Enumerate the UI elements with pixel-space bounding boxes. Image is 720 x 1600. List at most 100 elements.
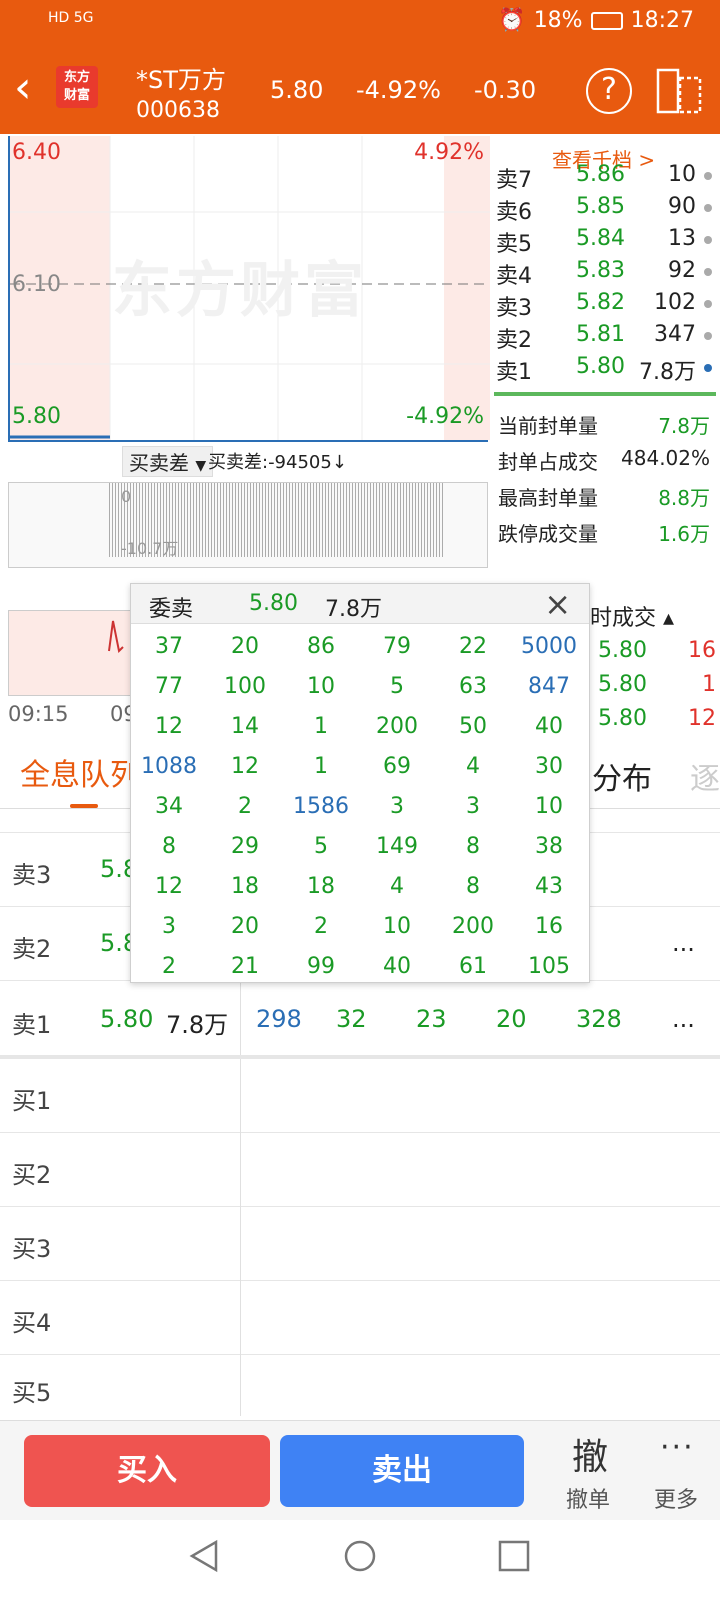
popup-order-size: 2	[314, 913, 328, 939]
queue-order-size[interactable]: 32	[336, 1005, 367, 1033]
popup-grid-row: 12 18 18 4 8 43	[131, 866, 589, 906]
ask-level-volume: 90	[668, 194, 696, 219]
ask-level-row[interactable]: 卖3 5.82 102	[496, 290, 716, 322]
queue-row[interactable]: 买1	[0, 1058, 720, 1132]
popup-order-size: 43	[535, 873, 563, 899]
ask-level-price: 5.85	[576, 194, 625, 219]
pct-axis-high: 4.92%	[414, 140, 484, 165]
cancel-order-label[interactable]: 撤单	[566, 1482, 610, 1514]
system-nav-bar	[0, 1520, 720, 1600]
tab-full-queue[interactable]: 全息队列	[20, 750, 140, 794]
orderbook-divider	[494, 392, 716, 396]
help-icon[interactable]: ?	[586, 68, 632, 114]
popup-order-size: 1	[314, 713, 328, 739]
queue-order-size[interactable]: 298	[256, 1005, 302, 1033]
ask-level-row[interactable]: 卖1 5.80 7.8万	[496, 354, 716, 386]
indicator-chart[interactable]: 0 -10.7万	[8, 482, 488, 568]
ask-level-volume: 102	[654, 290, 696, 315]
queue-column-divider	[240, 980, 241, 1416]
queue-order-size[interactable]: 20	[496, 1005, 527, 1033]
close-icon[interactable]: ×	[544, 584, 571, 624]
popup-volume: 7.8万	[325, 597, 382, 622]
trade-price: 5.80	[598, 638, 647, 663]
popup-order-size: 8	[162, 833, 176, 859]
seal-stat-row: 最高封单量 8.8万	[498, 482, 714, 516]
popup-order-size: 40	[535, 713, 563, 739]
ask-bid-separator	[0, 1055, 720, 1059]
tab-distribution[interactable]: 分布	[592, 754, 652, 798]
clock-text: 18:27	[630, 8, 694, 33]
sell-button[interactable]: 卖出	[280, 1435, 524, 1507]
ask-level-volume: 10	[668, 162, 696, 187]
queue-level-label: 卖2	[12, 935, 52, 963]
nav-home-icon[interactable]	[342, 1538, 378, 1574]
stock-code: 000638	[136, 98, 220, 123]
level-dot-icon	[704, 236, 712, 244]
nav-recents-icon[interactable]	[496, 1538, 532, 1574]
popup-order-size: 5	[314, 833, 328, 859]
seal-stat-label: 当前封单量	[498, 414, 598, 438]
popup-order-size: 22	[459, 633, 487, 659]
split-screen-icon[interactable]	[656, 68, 704, 114]
popup-order-size: 79	[383, 633, 411, 659]
trades-header[interactable]: 时成交 ▴	[590, 600, 674, 632]
queue-row[interactable]: 买3	[0, 1206, 720, 1280]
queue-row[interactable]: 买4	[0, 1280, 720, 1354]
more-label[interactable]: 更多	[654, 1482, 698, 1514]
ask-level-row[interactable]: 卖5 5.84 13	[496, 226, 716, 258]
popup-order-size: 105	[528, 953, 570, 979]
trade-row: 5.80 1	[598, 672, 716, 706]
trade-row: 5.80 12	[598, 706, 716, 740]
popup-order-size: 149	[376, 833, 418, 859]
popup-order-size: 8	[466, 833, 480, 859]
trade-volume: 16	[688, 638, 716, 663]
queue-row[interactable]: 买2	[0, 1132, 720, 1206]
y-axis-low: 5.80	[12, 404, 61, 429]
ask-level-row[interactable]: 卖6 5.85 90	[496, 194, 716, 226]
buy-button[interactable]: 买入	[24, 1435, 270, 1507]
popup-order-size: 16	[535, 913, 563, 939]
popup-grid-row: 2 21 99 40 61 105	[131, 946, 589, 986]
nav-back-icon[interactable]	[186, 1538, 222, 1574]
popup-order-size: 30	[535, 753, 563, 779]
popup-order-size: 10	[383, 913, 411, 939]
popup-order-size: 99	[307, 953, 335, 979]
queue-order-size[interactable]: 23	[416, 1005, 447, 1033]
queue-order-size[interactable]: ...	[672, 1005, 695, 1033]
popup-order-size: 77	[155, 673, 183, 699]
popup-order-size: 10	[535, 793, 563, 819]
more-icon[interactable]: ···	[660, 1430, 695, 1465]
ask-level-label: 卖1	[496, 360, 532, 385]
popup-order-size: 12	[155, 713, 183, 739]
queue-order-size[interactable]: 328	[576, 1005, 622, 1033]
seal-stat-value: 8.8万	[658, 486, 710, 510]
popup-grid-row: 34 2 1586 3 3 10	[131, 786, 589, 826]
indicator-select[interactable]: 买卖差 ▼	[122, 446, 214, 477]
popup-order-size: 29	[231, 833, 259, 859]
level-dot-icon	[704, 364, 712, 372]
seal-stat-row: 封单占成交 484.02%	[498, 446, 714, 480]
popup-order-size: 1	[314, 753, 328, 779]
watermark: 东方财富	[112, 256, 368, 326]
seal-stat-value: 484.02%	[621, 446, 710, 470]
intraday-chart[interactable]: 东方财富 6.40 6.10 5.80 4.92% -4.92%	[8, 136, 490, 442]
cancel-order-icon[interactable]: 撤	[572, 1428, 608, 1480]
ask-level-row[interactable]: 卖2 5.81 347	[496, 322, 716, 354]
popup-order-size: 2	[162, 953, 176, 979]
ask-level-label: 卖7	[496, 168, 532, 193]
queue-order-size[interactable]: ...	[672, 929, 695, 957]
indicator-value: 买卖差:-94505↓	[208, 452, 347, 473]
ask-level-row[interactable]: 卖4 5.83 92	[496, 258, 716, 290]
popup-order-size: 1586	[293, 793, 349, 819]
queue-row[interactable]: 卖1 5.80 7.8万 298 32 23 20 328...	[0, 980, 720, 1058]
ask-level-label: 卖4	[496, 264, 532, 289]
trade-row: 5.80 16	[598, 638, 716, 672]
tab-detail[interactable]: 逐	[690, 754, 720, 798]
popup-order-size: 5	[390, 673, 404, 699]
queue-row[interactable]: 买5	[0, 1354, 720, 1420]
back-arrow-icon[interactable]: ‹	[14, 66, 50, 114]
popup-header: 委卖 5.80 7.8万	[131, 584, 589, 624]
popup-title: 委卖	[149, 597, 194, 622]
queue-level-label: 买1	[12, 1087, 52, 1115]
ask-level-row[interactable]: 卖7 5.86 10	[496, 162, 716, 194]
